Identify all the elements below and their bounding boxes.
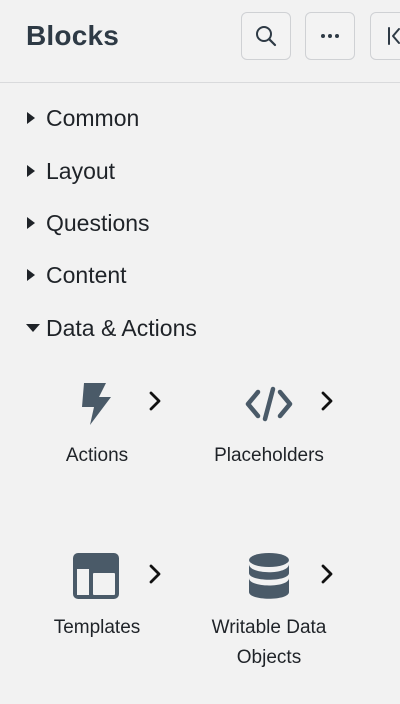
section-label: Questions (46, 209, 150, 236)
database-icon (249, 553, 289, 599)
template-icon (73, 553, 119, 599)
tile-placeholders[interactable]: Placeholders (179, 370, 359, 490)
lightning-icon (82, 383, 111, 425)
section-label: Data & Actions (46, 314, 197, 341)
collapse-left-icon (388, 27, 400, 45)
section-common[interactable]: Common (26, 102, 139, 134)
blocks-header: Blocks (0, 0, 400, 83)
code-icon (245, 386, 293, 422)
panel-title: Blocks (26, 20, 120, 51)
section-label: Common (46, 104, 140, 131)
collapse-panel-button[interactable] (370, 12, 400, 60)
more-horizontal-icon (321, 34, 339, 38)
caret-down-icon (26, 323, 40, 333)
tile-label: Actions (65, 445, 129, 466)
section-layout[interactable]: Layout (26, 155, 115, 187)
caret-right-icon (26, 112, 40, 124)
tile-label: Templates (53, 617, 141, 638)
caret-right-icon (26, 217, 40, 229)
section-content[interactable]: Content (26, 259, 127, 291)
section-data-actions[interactable]: Data & Actions (26, 312, 197, 344)
tile-actions[interactable]: Actions (7, 370, 187, 490)
section-questions[interactable]: Questions (26, 207, 150, 239)
tile-templates[interactable]: Templates (7, 545, 187, 675)
search-icon (256, 26, 277, 47)
search-button[interactable] (241, 12, 291, 60)
chevron-right-icon (149, 391, 161, 411)
caret-right-icon (26, 269, 40, 281)
chevron-right-icon (149, 564, 161, 584)
chevron-right-icon (321, 564, 333, 584)
section-label: Layout (46, 157, 116, 184)
caret-right-icon (26, 165, 40, 177)
section-label: Content (46, 261, 127, 288)
more-options-button[interactable] (305, 12, 355, 60)
tile-writable-data-objects[interactable]: Writable Data Objects (179, 545, 359, 675)
tile-label: Writable Data Objects (211, 617, 327, 668)
tile-label: Placeholders (214, 445, 324, 466)
chevron-right-icon (321, 391, 333, 411)
